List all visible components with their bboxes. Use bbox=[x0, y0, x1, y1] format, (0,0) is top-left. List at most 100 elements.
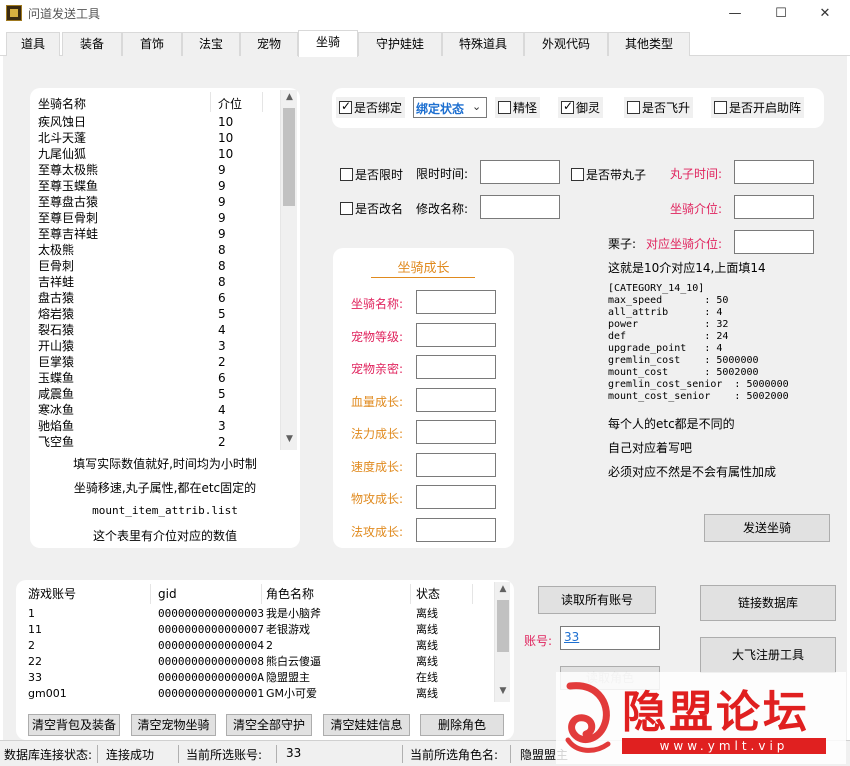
status-cell: 离线 bbox=[416, 639, 438, 652]
pet-level-input[interactable] bbox=[416, 322, 496, 347]
account-grid[interactable]: 游戏账号 gid 角色名称 状态 1 0000000000000003 我是小脑斧离… bbox=[20, 582, 494, 702]
example-level-input[interactable] bbox=[734, 230, 814, 254]
table-row[interactable]: 1 0000000000000003 我是小脑斧 离线 bbox=[20, 606, 494, 622]
list-item[interactable]: 太极熊 8 bbox=[30, 242, 280, 258]
register-tool-button[interactable]: 大飞注册工具 bbox=[700, 637, 836, 673]
tab-appearance-code[interactable]: 外观代码 bbox=[524, 32, 608, 56]
table-row[interactable]: gm001 0000000000000001 GM小可爱 离线 bbox=[20, 686, 494, 702]
list-item[interactable]: 开山猿 3 bbox=[30, 338, 280, 354]
list-item[interactable]: 至尊巨骨刺 9 bbox=[30, 210, 280, 226]
account-input[interactable]: 33 bbox=[560, 626, 660, 650]
clear-guardians-button[interactable]: 清空全部守护 bbox=[226, 714, 312, 736]
scroll-up-icon[interactable]: ▲ bbox=[495, 584, 511, 594]
list-item[interactable]: 熔岩猿 5 bbox=[30, 306, 280, 322]
list-item[interactable]: 巨骨刺 8 bbox=[30, 258, 280, 274]
send-mount-button[interactable]: 发送坐骑 bbox=[704, 514, 830, 542]
list-item[interactable]: 至尊玉蝶鱼 9 bbox=[30, 178, 280, 194]
list-item[interactable]: 疾风蚀日 10 bbox=[30, 114, 280, 130]
info-line2: 每个人的etc都是不同的 bbox=[608, 417, 735, 431]
close-button[interactable]: ✕ bbox=[802, 0, 848, 28]
list-item[interactable]: 北斗天蓬 10 bbox=[30, 130, 280, 146]
mount-list-scrollbar[interactable]: ▲ ▼ bbox=[280, 90, 297, 450]
role-name-cell: 隐盟盟主 bbox=[266, 671, 310, 684]
account-grid-scrollbar[interactable]: ▲ ▼ bbox=[494, 582, 510, 702]
list-item[interactable]: 裂石猿 4 bbox=[30, 322, 280, 338]
mount-level: 2 bbox=[218, 355, 226, 369]
list-item[interactable]: 吉祥蛙 8 bbox=[30, 274, 280, 290]
mount-level-input[interactable] bbox=[734, 195, 814, 219]
tab-other-types[interactable]: 其他类型 bbox=[608, 32, 690, 56]
new-name-input[interactable] bbox=[480, 195, 560, 219]
list-item[interactable]: 飞空鱼 2 bbox=[30, 434, 280, 450]
status-separator bbox=[178, 745, 179, 763]
tab-artifact[interactable]: 法宝 bbox=[182, 32, 240, 56]
clear-bag-button[interactable]: 清空背包及装备 bbox=[28, 714, 120, 736]
scroll-down-icon[interactable]: ▼ bbox=[495, 686, 511, 696]
delete-role-button[interactable]: 删除角色 bbox=[420, 714, 504, 736]
account-input-value: 33 bbox=[564, 630, 580, 644]
scroll-thumb[interactable] bbox=[283, 108, 295, 206]
speed-growth-input[interactable] bbox=[416, 452, 496, 477]
list-item[interactable]: 驰焰鱼 3 bbox=[30, 418, 280, 434]
tab-jewelry[interactable]: 首饰 bbox=[122, 32, 182, 56]
rename-checkbox[interactable]: 是否改名 bbox=[337, 198, 407, 219]
list-item[interactable]: 至尊太极熊 9 bbox=[30, 162, 280, 178]
hp-growth-input[interactable] bbox=[416, 387, 496, 412]
status-cell: 离线 bbox=[416, 607, 438, 620]
limit-checkbox[interactable]: 是否限时 bbox=[337, 164, 407, 185]
mount-name-input[interactable] bbox=[416, 290, 496, 314]
table-row[interactable]: 33 000000000000000A 隐盟盟主 在线 bbox=[20, 670, 494, 686]
list-item[interactable]: 九尾仙狐 10 bbox=[30, 146, 280, 162]
mount-list[interactable]: 疾风蚀日 10 北斗天蓬 10 九尾仙狐 10 至尊太极熊 9 至尊玉蝶鱼 9 至尊盘古猿 9 至尊巨骨… bbox=[30, 114, 280, 450]
table-row[interactable]: 11 0000000000000007 老银游戏 离线 bbox=[20, 622, 494, 638]
with-pill-checkbox[interactable]: 是否带丸子 bbox=[568, 164, 650, 185]
scroll-up-icon[interactable]: ▲ bbox=[281, 92, 298, 102]
feisheng-checkbox[interactable]: 是否飞升 bbox=[624, 97, 694, 118]
tab-items[interactable]: 道具 bbox=[6, 32, 60, 56]
list-item[interactable]: 盘古猿 6 bbox=[30, 290, 280, 306]
mag-atk-growth-input[interactable] bbox=[416, 517, 496, 542]
table-row[interactable]: 22 0000000000000008 熊白云傻逼 离线 bbox=[20, 654, 494, 670]
bind-state-select[interactable]: 绑定状态 ⌄ bbox=[413, 97, 487, 118]
speed-growth-label: 速度成长: bbox=[351, 459, 404, 474]
bind-checkbox[interactable]: 是否绑定 bbox=[336, 97, 406, 118]
column-divider bbox=[261, 584, 262, 604]
checkbox-icon bbox=[340, 202, 353, 215]
zhuzhen-checkbox[interactable]: 是否开启助阵 bbox=[711, 97, 805, 118]
pet-intimacy-input[interactable] bbox=[416, 355, 496, 379]
link-database-button[interactable]: 链接数据库 bbox=[700, 585, 836, 621]
yuling-checkbox[interactable]: 御灵 bbox=[558, 97, 604, 118]
clear-pets-button[interactable]: 清空宠物坐骑 bbox=[131, 714, 216, 736]
mount-name: 玉蝶鱼 bbox=[38, 371, 75, 385]
tab-pet[interactable]: 宠物 bbox=[240, 32, 298, 56]
scroll-down-icon[interactable]: ▼ bbox=[281, 434, 298, 444]
read-all-accounts-button[interactable]: 读取所有账号 bbox=[538, 586, 656, 614]
pet-intimacy-label: 宠物亲密: bbox=[351, 362, 404, 376]
column-divider bbox=[472, 584, 473, 604]
mount-level: 9 bbox=[218, 195, 226, 209]
status-separator bbox=[402, 745, 403, 763]
mp-growth-input[interactable] bbox=[416, 420, 496, 444]
tab-guardian[interactable]: 守护娃娃 bbox=[358, 32, 442, 56]
column-divider bbox=[410, 584, 411, 604]
list-item[interactable]: 咸震鱼 5 bbox=[30, 386, 280, 402]
list-item[interactable]: 至尊吉祥蛙 9 bbox=[30, 226, 280, 242]
limit-time-input[interactable] bbox=[480, 160, 560, 184]
pill-time-input[interactable] bbox=[734, 160, 814, 184]
maximize-button[interactable]: ☐ bbox=[758, 0, 804, 28]
jingguai-checkbox[interactable]: 精怪 bbox=[495, 97, 541, 118]
tab-special-items[interactable]: 特殊道具 bbox=[442, 32, 524, 56]
table-row[interactable]: 2 0000000000000004 2 离线 bbox=[20, 638, 494, 654]
account-cell: gm001 bbox=[28, 687, 67, 700]
list-item[interactable]: 玉蝶鱼 6 bbox=[30, 370, 280, 386]
minimize-button[interactable]: — bbox=[712, 0, 758, 28]
list-item[interactable]: 至尊盘古猿 9 bbox=[30, 194, 280, 210]
tab-equipment[interactable]: 装备 bbox=[62, 32, 122, 56]
phys-atk-growth-input[interactable] bbox=[416, 485, 496, 509]
list-item[interactable]: 巨掌猿 2 bbox=[30, 354, 280, 370]
list-item[interactable]: 寒冰鱼 4 bbox=[30, 402, 280, 418]
tab-mount[interactable]: 坐骑 bbox=[298, 30, 358, 57]
scroll-thumb[interactable] bbox=[497, 600, 509, 652]
mount-name: 至尊盘古猿 bbox=[38, 195, 99, 209]
clear-dolls-button[interactable]: 清空娃娃信息 bbox=[323, 714, 410, 736]
